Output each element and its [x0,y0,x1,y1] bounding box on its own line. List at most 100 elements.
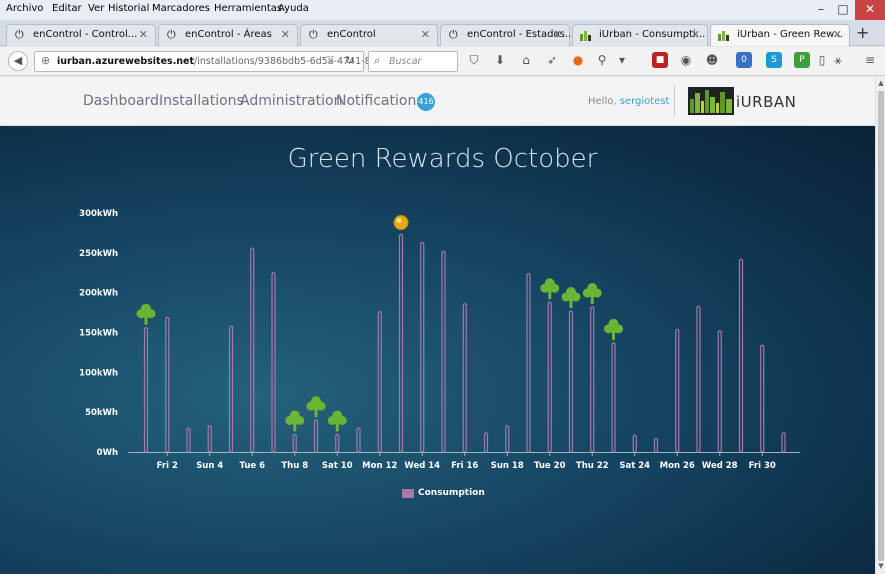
consumption-bar[interactable] [568,310,574,453]
consumption-bar[interactable] [526,272,531,453]
consumption-bar[interactable] [186,427,191,453]
extension-green-icon[interactable]: P [794,52,810,68]
restore-icon[interactable]: □ [830,0,856,20]
extension-link-icon[interactable]: ⚲ [594,52,610,68]
reload-icon[interactable]: ↻ [345,54,354,67]
home-icon[interactable]: ⌂ [518,52,534,68]
search-bar[interactable]: ⌕ Buscar [368,51,458,72]
consumption-bar[interactable] [781,432,786,453]
site-info-icon[interactable]: ⊕ [41,54,50,67]
menu-ver[interactable]: Ver [88,3,104,14]
consumption-bar[interactable] [165,316,170,453]
site-header: Dashboard Installations Administration N… [0,77,875,126]
nav-notifications[interactable]: Notifications [336,93,424,109]
consumption-bar[interactable] [143,327,149,453]
send-icon[interactable]: ➶ [544,52,560,68]
tree-reward-icon[interactable] [540,278,560,300]
consumption-bar[interactable] [505,425,510,453]
user-link[interactable]: sergiotest [620,96,670,107]
consumption-bar[interactable] [696,305,701,453]
duckduckgo-icon[interactable]: ● [570,52,586,68]
extension-puzzle-icon[interactable]: ⚹ [830,52,846,68]
hamburger-menu-icon[interactable]: ≡ [862,52,878,68]
consumption-bar[interactable] [398,233,404,453]
close-window-icon[interactable]: ✕ [855,0,885,20]
y-tick-label: 0Wh [97,448,118,458]
power-icon: ⏻ [15,28,24,41]
tree-reward-icon[interactable] [582,283,602,305]
tab-close-icon[interactable]: ✕ [691,28,700,41]
notifications-badge[interactable]: 416 [417,93,435,111]
extension-clock-icon[interactable]: ◉ [678,52,694,68]
consumption-bar[interactable] [377,311,382,453]
power-icon: ⏻ [309,28,318,41]
tree-reward-icon[interactable] [285,410,305,432]
pocket-icon[interactable]: ⛉ [466,52,482,68]
tab-iurban-green-rewards[interactable]: iUrban - Green Rew... ✕ [710,24,850,46]
tab-close-icon[interactable]: ✕ [553,28,562,41]
tree-reward-icon[interactable] [306,396,326,418]
tab-encontrol-estados[interactable]: ⏻ enControl - Estados... ✕ [440,24,574,46]
tab-encontrol[interactable]: ⏻ enControl ✕ [300,24,438,46]
consumption-bar[interactable] [271,272,276,453]
menu-marcadores[interactable]: Marcadores [152,3,210,14]
tab-close-icon[interactable]: ✕ [833,28,842,41]
consumption-bar[interactable] [632,434,637,453]
extension-red-icon[interactable]: ■ [652,52,668,68]
menu-historial[interactable]: Historial [108,3,149,14]
consumption-bar[interactable] [675,328,680,453]
tree-reward-icon[interactable] [604,318,623,340]
consumption-bar[interactable] [547,301,552,453]
consumption-bar[interactable] [760,344,765,453]
consumption-bar[interactable] [653,437,659,453]
extension-sidebar-icon[interactable]: ▯ [814,52,830,68]
menu-archivo[interactable]: Archivo [6,3,43,14]
nav-dashboard[interactable]: Dashboard [83,93,159,109]
brand-name: iURBAN [736,93,797,111]
tab-close-icon[interactable]: ✕ [281,28,290,41]
x-tick-label: Thu 8 [281,461,308,471]
new-tab-icon[interactable]: + [856,23,869,42]
tab-close-icon[interactable]: ✕ [421,28,430,41]
nav-administration[interactable]: Administration [240,93,342,109]
nav-installations[interactable]: Installations [159,93,244,109]
consumption-bar[interactable] [441,250,446,453]
consumption-bar[interactable] [462,303,467,453]
url-dropdown-icon[interactable]: ▽ [327,55,334,65]
x-tick-label: Sat 10 [322,461,353,471]
menu-editar[interactable]: Editar [52,3,82,14]
download-icon[interactable]: ⬇ [492,52,508,68]
tree-reward-icon[interactable] [136,303,156,325]
tab-iurban-consumption[interactable]: iUrban - Consumpti... ✕ [572,24,708,46]
consumption-bar[interactable] [313,419,319,453]
consumption-bar[interactable] [356,427,361,453]
coin-reward-icon[interactable] [393,215,409,231]
consumption-bar[interactable] [483,432,489,453]
tab-close-icon[interactable]: ✕ [139,28,148,41]
consumption-bar[interactable] [250,247,255,453]
menu-ayuda[interactable]: Ayuda [278,3,309,14]
consumption-bar[interactable] [611,342,616,453]
menu-herramientas[interactable]: Herramientas [214,3,282,14]
extension-notes-icon[interactable]: 0 [736,52,752,68]
scroll-down-icon[interactable]: ▼ [877,562,885,570]
tab-encontrol-control[interactable]: ⏻ enControl - Control... ✕ [6,24,156,46]
consumption-bar[interactable] [292,433,297,453]
consumption-bar[interactable] [717,330,722,453]
url-bar[interactable]: ⊕ iurban.azurewebsites.net/installations… [34,51,377,72]
extension-chat-icon[interactable]: ☻ [704,52,720,68]
consumption-bar[interactable] [738,258,744,453]
consumption-bar[interactable] [335,433,340,453]
tree-reward-icon[interactable] [327,410,347,432]
consumption-bar[interactable] [590,306,595,453]
back-button-icon[interactable]: ◀ [8,51,28,71]
consumption-bar[interactable] [207,425,212,453]
skype-icon[interactable]: S [766,52,782,68]
x-tick-label: Sun 18 [491,461,524,471]
tab-encontrol-areas[interactable]: ⏻ enControl - Áreas ✕ [158,24,298,46]
consumption-bar[interactable] [228,325,234,453]
tree-reward-icon[interactable] [561,286,581,308]
extension-dropdown-icon[interactable]: ▾ [614,52,630,68]
scroll-up-icon[interactable]: ▲ [877,79,885,87]
consumption-bar[interactable] [420,241,425,453]
